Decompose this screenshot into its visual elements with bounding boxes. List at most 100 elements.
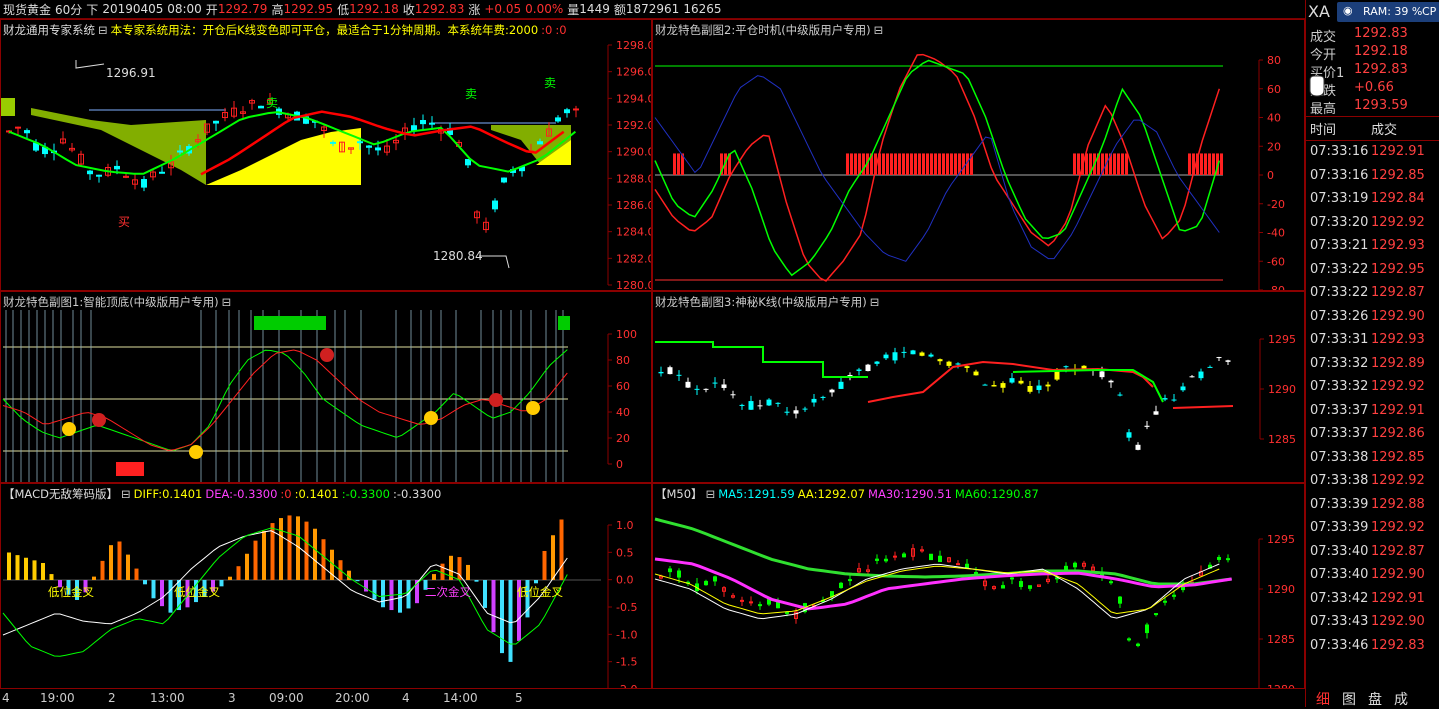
macd-histogram-bar [32, 560, 37, 580]
tick-time: 07:33:26 [1310, 308, 1369, 324]
y-tick-label: 1290 [1267, 583, 1295, 596]
macd-histogram-bar [92, 576, 96, 580]
candle-body [1217, 556, 1221, 560]
macd-v2: :-0.3300 [341, 487, 390, 501]
sub-chart-2-panel[interactable]: 财龙特色副图2:平仓时机(中级版用户专用) ⊟ 80 60 40 20 0 -20 -40 -6… [652, 19, 1305, 291]
candle-body [87, 170, 93, 175]
collapse-icon[interactable]: ⊟ [874, 23, 884, 37]
candle-body [1163, 600, 1167, 603]
candle-body [1135, 444, 1141, 450]
time-tick: 14:00 [443, 691, 478, 705]
candle-body [1018, 380, 1024, 384]
candle-body [748, 401, 754, 410]
time-tick: 4 [402, 691, 410, 705]
signal-bar-red [894, 153, 897, 175]
trend-stop-green [655, 341, 868, 378]
sub3-title-text: 财龙特色副图3:神秘K线(中级版用户专用) [655, 295, 867, 309]
dea-value: -0.3300 [233, 487, 278, 501]
macd-histogram-bar [143, 580, 147, 585]
trend-stop-red [1172, 405, 1234, 409]
col-time-header: 时间 [1310, 123, 1337, 138]
candle-body [703, 388, 709, 390]
collapse-icon[interactable]: ⊟ [222, 295, 232, 309]
y-tick-label: 1290 [1268, 383, 1296, 396]
candle-body [1127, 638, 1131, 641]
tab-chart[interactable]: 图 [1342, 689, 1356, 708]
macd-histogram-bar [228, 576, 232, 580]
candle-body [1109, 581, 1113, 584]
signal-bar-red [862, 153, 865, 175]
tick-price: 1292.84 [1371, 191, 1425, 206]
candle-body [1010, 577, 1014, 580]
candle-body [366, 145, 372, 148]
tab-orderbook[interactable]: 盘 [1368, 689, 1382, 708]
collapse-icon[interactable]: ⊟ [870, 295, 880, 309]
macd-panel[interactable]: 【MACD无敌筹码版】 ⊟ DIFF:0.1401 DEA:-0.3300:0:0.1… [0, 483, 652, 689]
tab-trades[interactable]: 成 [1394, 689, 1408, 708]
candle-body [411, 125, 417, 131]
macd-histogram-bar [551, 535, 555, 580]
volume-label: 量 [567, 2, 580, 17]
macd-histogram-bar [321, 539, 326, 580]
ma60-value: 1290.87 [991, 487, 1039, 501]
macd-histogram-bar [474, 580, 479, 582]
trend-stop-green [1012, 369, 1164, 403]
ma5-value: 1291.59 [747, 487, 795, 501]
main-chart-svg: 1298.0 1296.0 1294.0 1292.0 1290.0 1288.0 1286… [1, 39, 651, 290]
y-tick-label: 1285 [1267, 633, 1295, 646]
amount-value: 1872961 [625, 2, 680, 16]
candle-body [839, 582, 843, 589]
cpu-text: CP [1422, 5, 1437, 18]
ma-panel[interactable]: 【M50】 ⊟ MA5:1291.59 AA:1292.07 MA30:1290.51 M… [652, 483, 1305, 689]
macd-histogram-bar [151, 580, 156, 599]
candle-body [973, 371, 979, 376]
y-tick-label: 1295 [1268, 333, 1296, 346]
tick-row: 07:33:20 1292.92 [1306, 215, 1439, 238]
tab-detail[interactable]: 细 [1316, 689, 1330, 708]
main-kline-panel[interactable]: 财龙通用专家系统 ⊟ 本专家系统用法：开仓后K线变色即可平仓，最适合于1分钟周期。本… [0, 19, 652, 291]
candle-body [802, 408, 808, 410]
close-label: 收 [402, 2, 415, 17]
candle-body [884, 558, 888, 562]
main-desc: 本专家系统用法：开仓后K线变色即可平仓，最适合于1分钟周期。本系统年费:2000 [110, 23, 539, 37]
tick-price: 1292.90 [1371, 614, 1425, 629]
signal-bar-red [902, 153, 905, 175]
profit-area-fill [206, 128, 361, 185]
macd-histogram-bar [160, 580, 164, 607]
collapse-icon[interactable]: ⊟ [98, 23, 108, 37]
candle-body [875, 558, 879, 561]
divider [1306, 140, 1439, 141]
main-panel-title: 财龙通用专家系统 ⊟ 本专家系统用法：开仓后K线变色即可平仓，最适合于1分钟周期。本… [3, 22, 570, 38]
top-signal-block [254, 316, 326, 330]
y-tick-label: 40 [616, 406, 630, 419]
tick-price: 1292.87 [1371, 543, 1425, 559]
quote-row: 成交 1292.83 [1306, 26, 1439, 45]
aa-value: 1292.07 [817, 487, 866, 501]
tick-row: 07:33:42 1292.91 [1306, 591, 1439, 614]
tick-price: 1292.92 [1371, 379, 1425, 394]
tick-row: 07:33:37 1292.91 [1306, 403, 1439, 426]
tick-row: 07:33:22 1292.87 [1306, 285, 1439, 308]
macd-histogram-bar [534, 580, 538, 584]
ram-monitor: ◉ RAM: 39 % CP [1337, 2, 1439, 22]
volume-value: 1449 [579, 2, 610, 16]
ma30-value: 1290.51 [904, 487, 952, 501]
tick-time: 07:33:19 [1310, 191, 1369, 206]
collapse-icon[interactable]: ⊟ [706, 487, 716, 501]
gauge-icon: ◉ [1343, 4, 1353, 17]
period-label[interactable]: 60分 [55, 1, 82, 18]
col-price-header: 成交 [1371, 123, 1398, 138]
collapse-icon[interactable]: ⊟ [121, 487, 131, 501]
candle-body [793, 410, 799, 414]
macd-histogram-bar [355, 580, 360, 582]
tick-price: 1292.91 [1371, 402, 1425, 418]
tick-time: 07:33:22 [1310, 261, 1369, 277]
candle-body [24, 130, 30, 134]
sub-chart-1-panel[interactable]: 财龙特色副图1:智能顶底(中级版用户专用) ⊟ 100 80 60 40 20 0 [0, 291, 652, 483]
sub-chart-3-panel[interactable]: 财龙特色副图3:神秘K线(中级版用户专用) ⊟ 1295 1290 1285 [652, 291, 1305, 483]
symbol-name[interactable]: 现货黄金 [3, 1, 51, 18]
tick-row: 07:33:19 1292.84 [1306, 191, 1439, 214]
candle-body [883, 354, 889, 359]
y-tick-label: 0 [616, 458, 623, 471]
signal-bar-red [1125, 153, 1128, 175]
